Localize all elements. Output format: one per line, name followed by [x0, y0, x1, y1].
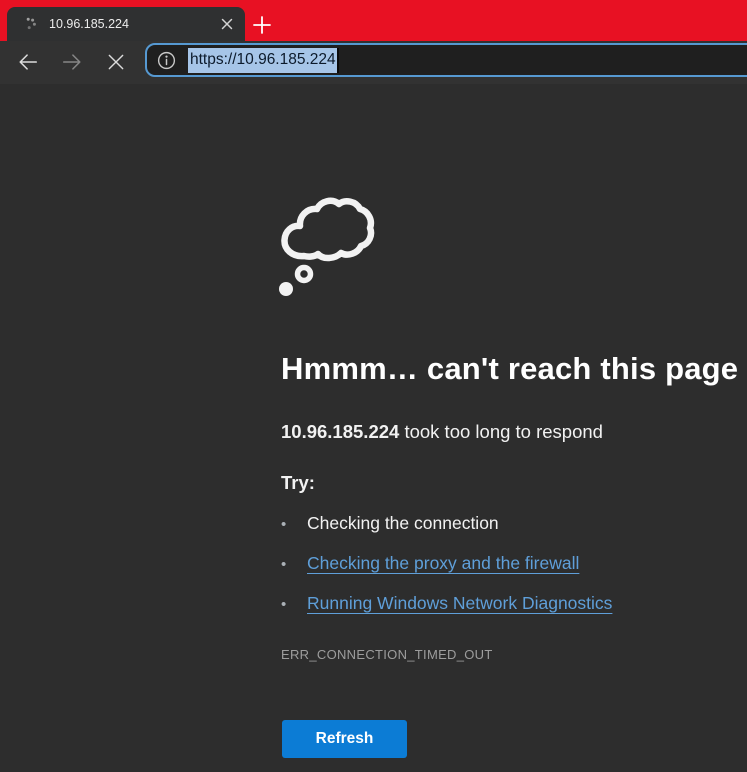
bullet-icon: • — [281, 516, 307, 533]
arrow-left-icon — [17, 51, 39, 73]
error-host: 10.96.185.224 — [281, 421, 399, 442]
new-tab-button[interactable] — [249, 12, 275, 38]
try-label: Try: — [281, 472, 315, 494]
forward-button[interactable] — [60, 50, 84, 74]
bullet-icon: • — [281, 596, 307, 613]
error-title: Hmmm… can't reach this page — [281, 351, 741, 387]
address-bar[interactable]: https://10.96.185.224 — [145, 43, 747, 77]
browser-toolbar: https://10.96.185.224 — [0, 41, 747, 84]
x-icon — [106, 52, 126, 72]
error-message: 10.96.185.224 took too long to respond — [281, 421, 603, 443]
list-item: • Checking the proxy and the firewall — [281, 553, 612, 576]
error-message-rest: took too long to respond — [399, 421, 603, 442]
plus-icon — [252, 15, 272, 35]
proxy-firewall-link[interactable]: Checking the proxy and the firewall — [307, 553, 579, 574]
bullet-icon: • — [281, 556, 307, 573]
browser-tab[interactable]: 10.96.185.224 — [7, 7, 245, 41]
site-info-button[interactable] — [156, 50, 177, 71]
info-icon — [156, 50, 177, 71]
tab-strip: 10.96.185.224 — [0, 0, 747, 41]
list-item: • Checking the connection — [281, 513, 612, 536]
error-code: ERR_CONNECTION_TIMED_OUT — [281, 647, 493, 662]
suggestion-text: Checking the connection — [307, 513, 499, 534]
refresh-button[interactable]: Refresh — [282, 720, 407, 758]
arrow-right-icon — [61, 51, 83, 73]
stop-button[interactable] — [104, 50, 128, 74]
thought-bubble-icon — [274, 194, 378, 298]
tab-title: 10.96.185.224 — [49, 17, 217, 31]
url-input[interactable]: https://10.96.185.224 — [188, 48, 339, 73]
suggestion-list: • Checking the connection • Checking the… — [281, 513, 612, 633]
back-button[interactable] — [16, 50, 40, 74]
list-item: • Running Windows Network Diagnostics — [281, 593, 612, 616]
loading-spinner-icon — [21, 15, 39, 33]
network-diagnostics-link[interactable]: Running Windows Network Diagnostics — [307, 593, 612, 614]
page-content: Hmmm… can't reach this page 10.96.185.22… — [0, 84, 747, 772]
close-icon — [221, 18, 233, 30]
url-selected-text: https://10.96.185.224 — [188, 48, 339, 73]
tab-close-button[interactable] — [217, 14, 237, 34]
